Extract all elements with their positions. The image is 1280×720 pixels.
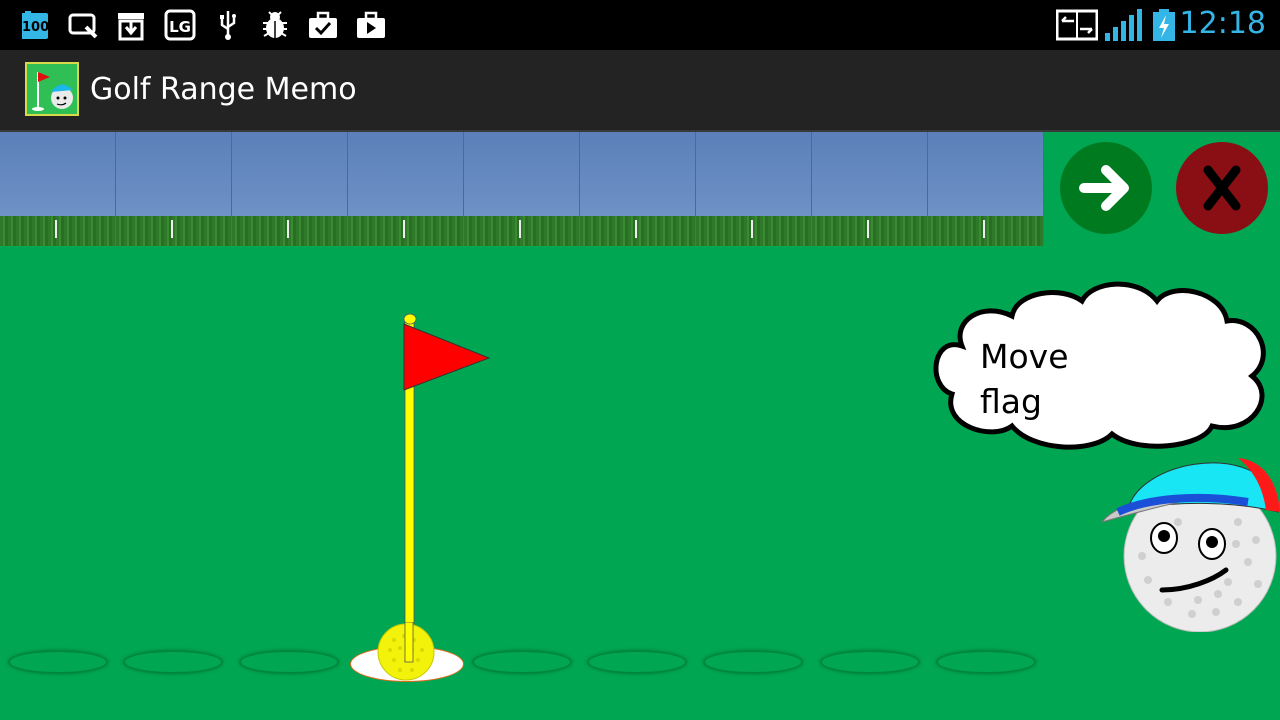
close-button[interactable] <box>1176 142 1268 234</box>
range-marker <box>635 220 637 238</box>
action-bar: Golf Range Memo <box>0 50 1280 132</box>
app-title: Golf Range Memo <box>90 72 357 107</box>
clock: 12:18 <box>1179 6 1266 41</box>
hole[interactable] <box>123 650 223 674</box>
hole[interactable] <box>239 650 339 674</box>
screen-mirror-icon <box>1056 9 1098 41</box>
hole[interactable] <box>820 650 920 674</box>
download-icon <box>115 9 147 41</box>
hole[interactable] <box>8 650 108 674</box>
speech-line-2: flag <box>980 382 1042 421</box>
range-tile[interactable] <box>696 132 812 246</box>
speech-text: Move flag <box>980 334 1140 424</box>
range-strip <box>0 132 1044 246</box>
range-tile[interactable] <box>580 132 696 246</box>
app-icon[interactable] <box>25 62 79 116</box>
next-button[interactable] <box>1060 142 1152 234</box>
briefcase-check-icon <box>307 9 339 41</box>
range-marker <box>751 220 753 238</box>
svg-text:LG: LG <box>169 18 191 36</box>
grass <box>812 216 927 246</box>
charging-icon <box>1150 9 1178 41</box>
range-marker <box>867 220 869 238</box>
range-tile[interactable] <box>232 132 348 246</box>
hole[interactable] <box>936 650 1036 674</box>
grass <box>464 216 579 246</box>
range-marker <box>171 220 173 238</box>
range-tile[interactable] <box>0 132 116 246</box>
usb-icon <box>212 9 244 41</box>
grass <box>0 216 115 246</box>
lg-icon: LG <box>164 9 196 41</box>
range-tile[interactable] <box>348 132 464 246</box>
grass <box>928 216 1043 246</box>
range-marker <box>403 220 405 238</box>
golf-ball[interactable] <box>376 622 436 682</box>
range-marker <box>55 220 57 238</box>
grass <box>580 216 695 246</box>
range-tile[interactable] <box>464 132 580 246</box>
range-marker <box>983 220 985 238</box>
range-tile[interactable] <box>928 132 1044 246</box>
battery-level-text: 100 <box>22 20 50 35</box>
speech-line-1: Move <box>980 337 1069 376</box>
status-bar: 100 LG 12:18 <box>0 0 1280 50</box>
hole[interactable] <box>703 650 803 674</box>
play-store-icon <box>355 9 387 41</box>
grass <box>116 216 231 246</box>
grass <box>348 216 463 246</box>
grass <box>696 216 811 246</box>
range-marker <box>287 220 289 238</box>
grass <box>232 216 347 246</box>
x-icon <box>1203 165 1241 211</box>
range-tile[interactable] <box>812 132 928 246</box>
range-tile[interactable] <box>116 132 232 246</box>
bug-icon <box>259 9 291 41</box>
range-marker <box>519 220 521 238</box>
mascot-golf-ball <box>1100 458 1280 632</box>
hole[interactable] <box>587 650 687 674</box>
arrow-right-icon <box>1079 165 1129 211</box>
signal-icon <box>1104 9 1144 41</box>
tablet-search-icon <box>68 9 100 41</box>
